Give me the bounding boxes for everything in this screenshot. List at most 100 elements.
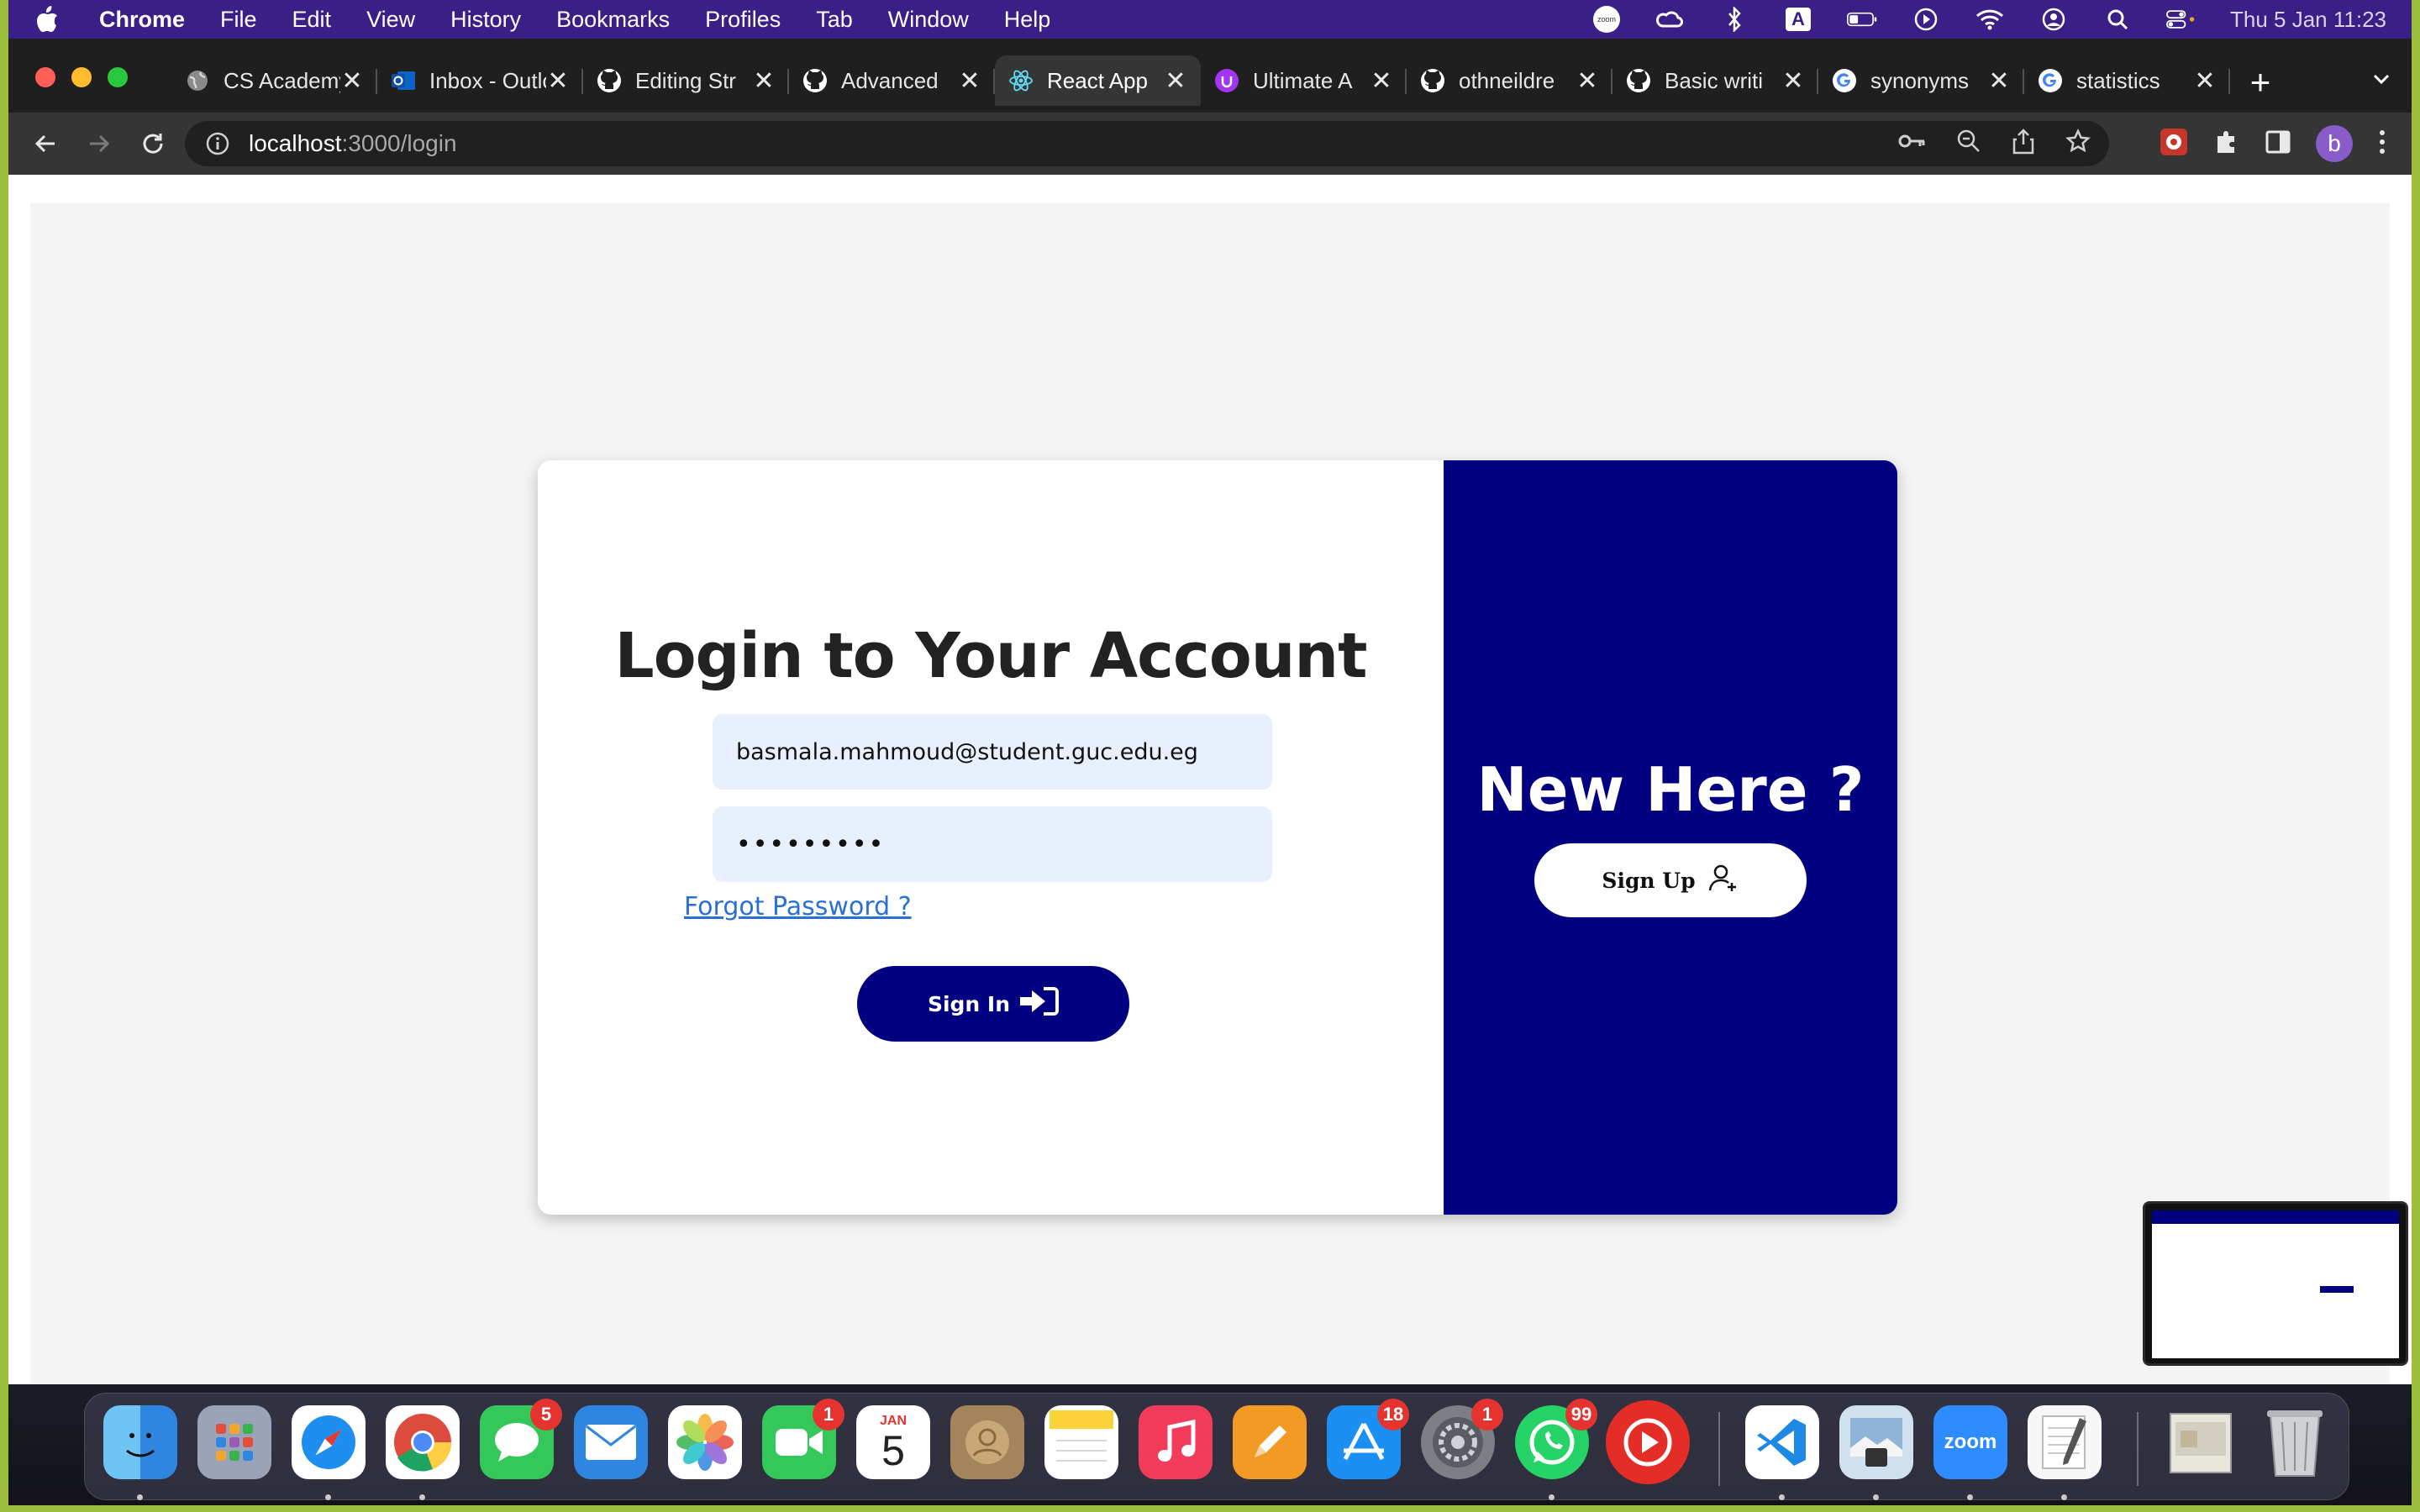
tab-cs-academy[interactable]: CS Academy ✕ [171, 55, 377, 106]
bluetooth-icon[interactable] [1719, 7, 1749, 32]
site-info-icon[interactable] [205, 131, 230, 156]
facetime-icon[interactable]: 1 [762, 1399, 844, 1479]
close-icon[interactable]: ✕ [1164, 66, 1187, 96]
battery-icon[interactable] [1847, 7, 1877, 32]
profile-avatar[interactable]: b [2316, 125, 2353, 162]
tab-ultimate[interactable]: Ultimate A ✕ [1201, 55, 1407, 106]
apple-icon[interactable] [34, 4, 60, 34]
web-page: Login to Your Account basmala.mahmoud@st… [8, 175, 2412, 1388]
whatsapp-icon[interactable]: 99 [1515, 1399, 1597, 1479]
calendar-icon[interactable]: JAN 5 [856, 1405, 930, 1479]
zoom-out-icon[interactable] [1956, 129, 1981, 160]
tab-advanced[interactable]: Advanced ✕ [789, 55, 995, 106]
downloads-stack-icon[interactable] [2164, 1405, 2238, 1479]
address-bar[interactable]: localhost:3000/login [185, 121, 2109, 166]
close-icon[interactable]: ✕ [1576, 66, 1599, 96]
user-icon[interactable] [2039, 7, 2069, 32]
new-tab-button[interactable]: + [2244, 62, 2277, 102]
close-icon[interactable]: ✕ [340, 66, 364, 96]
photos-icon[interactable] [668, 1405, 742, 1479]
menu-view[interactable]: View [366, 7, 415, 33]
tab-statistics[interactable]: statistics ✕ [2024, 55, 2230, 106]
search-icon[interactable] [2102, 7, 2133, 32]
textedit-icon[interactable] [2028, 1405, 2102, 1479]
menu-help[interactable]: Help [1004, 7, 1051, 33]
play-icon[interactable] [1911, 7, 1941, 32]
menu-app-name[interactable]: Chrome [99, 7, 185, 33]
menubar-clock[interactable]: Thu 5 Jan 11:23 [2230, 7, 2386, 33]
key-icon[interactable] [1897, 129, 1926, 160]
menu-profiles[interactable]: Profiles [705, 7, 781, 33]
login-title: Login to Your Account [614, 620, 1368, 692]
notes-icon[interactable] [1044, 1405, 1118, 1479]
finder-icon[interactable] [103, 1405, 177, 1479]
close-icon[interactable]: ✕ [1781, 66, 1805, 96]
trash-icon[interactable] [2258, 1405, 2332, 1479]
bookmark-star-icon[interactable] [2065, 128, 2091, 160]
control-center-icon[interactable] [2166, 7, 2196, 32]
preview-icon[interactable] [1839, 1405, 1913, 1479]
tab-react-app[interactable]: React App ✕ [995, 55, 1201, 106]
close-icon[interactable]: ✕ [546, 66, 570, 96]
close-icon[interactable]: ✕ [958, 66, 981, 96]
github-icon [802, 68, 828, 93]
email-field[interactable]: basmala.mahmoud@student.guc.edu.eg [713, 714, 1272, 790]
tab-inbox-outlook[interactable]: Inbox - Outlook ✕ [377, 55, 583, 106]
password-field[interactable]: ••••••••• [713, 806, 1272, 882]
menu-edit[interactable]: Edit [292, 7, 332, 33]
menu-tab[interactable]: Tab [816, 7, 853, 33]
kebab-menu-icon[interactable] [2378, 129, 2386, 160]
login-card: Login to Your Account basmala.mahmoud@st… [538, 460, 1897, 1215]
new-here-heading: New Here ? [1476, 754, 1865, 825]
forgot-password-link[interactable]: Forgot Password ? [684, 892, 912, 921]
vscode-icon[interactable] [1745, 1405, 1819, 1479]
close-icon[interactable]: ✕ [1370, 66, 1393, 96]
forward-arrow-icon[interactable] [82, 127, 116, 160]
zoom-icon[interactable]: zoom [1591, 6, 1622, 33]
reload-icon[interactable] [136, 127, 170, 160]
menu-bookmarks[interactable]: Bookmarks [556, 7, 670, 33]
youtube-music-icon[interactable] [1606, 1400, 1690, 1484]
chrome-icon[interactable] [386, 1405, 460, 1479]
tab-synonyms[interactable]: synonyms ✕ [1818, 55, 2024, 106]
wifi-icon[interactable] [1975, 7, 2005, 32]
system-preferences-icon[interactable]: 1 [1421, 1399, 1503, 1479]
close-icon[interactable]: ✕ [752, 66, 776, 96]
window-thumbnail-preview[interactable] [2143, 1201, 2408, 1366]
google-icon [2038, 68, 2063, 93]
safari-icon[interactable] [292, 1405, 366, 1479]
menu-window[interactable]: Window [888, 7, 969, 33]
pages-icon[interactable] [1233, 1405, 1307, 1479]
side-panel-icon[interactable] [2265, 129, 2291, 159]
url-path: :3000/login [341, 130, 457, 156]
tab-basic-writing[interactable]: Basic writi ✕ [1612, 55, 1818, 106]
close-icon[interactable]: ✕ [1987, 66, 2011, 96]
contacts-icon[interactable] [950, 1405, 1024, 1479]
minimize-window-button[interactable] [71, 67, 92, 87]
launchpad-icon[interactable] [197, 1405, 271, 1479]
signup-panel: New Here ? Sign Up [1444, 460, 1897, 1215]
back-arrow-icon[interactable] [29, 127, 62, 160]
menu-history[interactable]: History [450, 7, 521, 33]
running-indicator [2061, 1494, 2067, 1500]
extension-icon[interactable] [2160, 128, 2188, 160]
mail-icon[interactable] [574, 1405, 648, 1479]
creative-cloud-icon[interactable] [1655, 7, 1686, 32]
close-window-button[interactable] [35, 67, 55, 87]
maximize-window-button[interactable] [108, 67, 128, 87]
sign-in-button[interactable]: Sign In [857, 966, 1129, 1042]
messages-icon[interactable]: 5 [480, 1399, 562, 1479]
app-store-icon[interactable]: 18 [1327, 1399, 1409, 1479]
close-icon[interactable]: ✕ [2193, 66, 2217, 96]
keyboard-input-icon[interactable]: A [1783, 7, 1813, 32]
menu-file[interactable]: File [220, 7, 257, 33]
sign-up-button[interactable]: Sign Up [1534, 843, 1807, 917]
music-icon[interactable] [1139, 1405, 1213, 1479]
tab-othneildre[interactable]: othneildre ✕ [1407, 55, 1612, 106]
share-icon[interactable] [2012, 128, 2035, 160]
chevron-down-icon[interactable] [2370, 67, 2393, 91]
tab-editing-str[interactable]: Editing Str ✕ [583, 55, 789, 106]
zoom-app-icon[interactable]: zoom [1933, 1405, 2007, 1479]
puzzle-icon[interactable] [2213, 129, 2240, 160]
whatsapp-badge: 99 [1565, 1399, 1597, 1431]
